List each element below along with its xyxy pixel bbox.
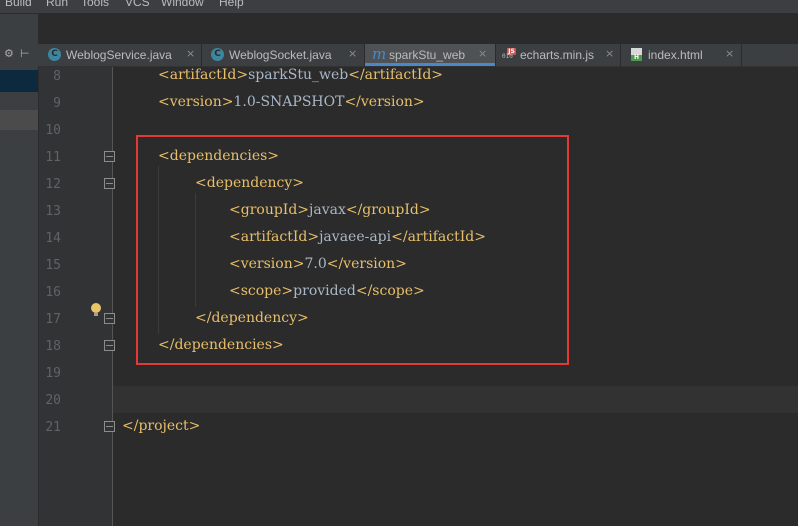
tab-sparkstu-web[interactable]: m sparkStu_web × [365,44,496,66]
java-class-icon: C [211,48,224,61]
intention-bulb-icon[interactable] [91,303,101,316]
code-line-9: <version>1.0-SNAPSHOT</version> [158,94,425,110]
line-number: 8 [53,69,61,84]
close-icon[interactable]: × [605,47,614,60]
line-number: 16 [45,285,61,300]
project-panel[interactable] [0,14,39,526]
caret-line-highlight [113,386,798,413]
close-icon[interactable]: × [478,47,487,60]
line-number: 19 [45,366,61,381]
line-number: 11 [45,150,61,165]
line-number: 12 [45,177,61,192]
editor-gutter[interactable]: 8 9 10 11 12 13 14 15 16 17 18 19 20 21 [39,67,115,526]
tab-label: sparkStu_web [389,48,466,62]
annotation-highlight-box [136,135,569,365]
code-line-21: </project> [122,418,200,434]
menu-tools[interactable]: Tools [81,0,109,9]
tab-index-html[interactable]: H index.html × [621,44,742,66]
code-editor[interactable]: <artifactId>sparkStu_web</artifactId> <v… [113,67,798,526]
xml-tag: </artifactId> [348,67,444,83]
tab-label: WeblogSocket.java [229,48,332,62]
menu-run[interactable]: Run [46,0,68,9]
code-line-8: <artifactId>sparkStu_web</artifactId> [158,67,443,83]
tab-label: echarts.min.js [520,48,595,62]
js-file-icon: JS 010 [502,48,516,60]
tab-echarts[interactable]: JS 010 echarts.min.js × [496,44,621,66]
menu-window[interactable]: Window [161,0,204,9]
menu-bar: Build Run Tools VCS Window Help [0,0,798,13]
close-icon[interactable]: × [348,47,357,60]
line-number: 17 [45,312,61,327]
project-tree-hover-row[interactable] [0,110,38,130]
java-class-icon: C [48,48,61,61]
menu-vcs[interactable]: VCS [125,0,150,9]
xml-tag: </project> [122,418,201,434]
xml-tag: <artifactId> [158,67,249,83]
xml-text: sparkStu_web [248,67,349,83]
tab-bar-controls: ⚙ ⊢ [0,44,38,66]
xml-tag: </version> [344,94,425,110]
close-icon[interactable]: × [725,47,734,60]
settings-icon[interactable]: ⚙ [4,47,14,60]
project-tree-selected-row[interactable] [0,70,38,92]
line-number: 14 [45,231,61,246]
maven-icon: m [372,45,387,63]
line-number: 10 [45,123,61,138]
line-number: 15 [45,258,61,273]
line-number: 20 [45,393,61,408]
menu-help[interactable]: Help [219,0,244,9]
line-number: 9 [53,96,61,111]
line-number: 13 [45,204,61,219]
tab-weblogservice[interactable]: C WeblogService.java × [38,44,202,66]
line-number: 21 [45,420,61,435]
menu-build[interactable]: Build [5,0,32,9]
tab-weblogsocket[interactable]: C WeblogSocket.java × [202,44,365,66]
editor-tab-bar: C WeblogService.java × C WeblogSocket.ja… [38,44,798,67]
xml-text: 1.0-SNAPSHOT [233,94,345,110]
line-number: 18 [45,339,61,354]
tab-label: index.html [648,48,703,62]
xml-tag: <version> [158,94,234,110]
close-icon[interactable]: × [186,47,195,60]
menu-divider [0,13,798,14]
pin-icon[interactable]: ⊢ [20,47,30,60]
tab-label: WeblogService.java [66,48,172,62]
html-file-icon: H [631,48,642,61]
